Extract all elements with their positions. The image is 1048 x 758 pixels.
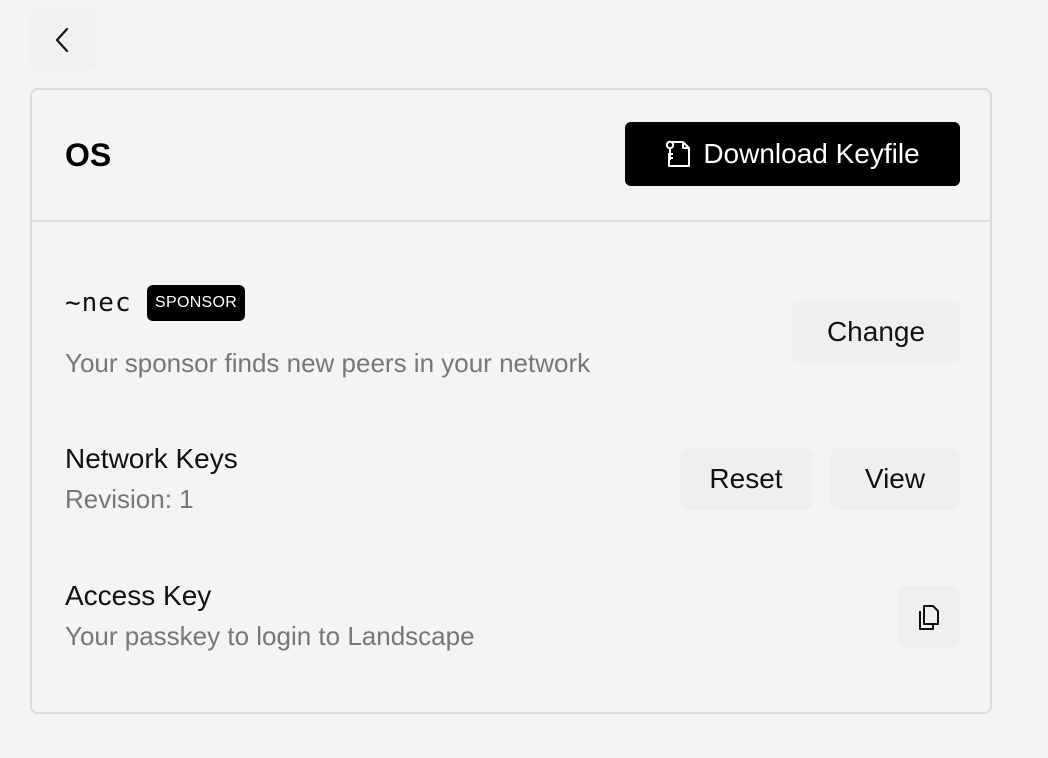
change-sponsor-label: Change	[826, 316, 926, 347]
download-keyfile-label: Download Keyfile	[703, 138, 920, 169]
change-sponsor-button[interactable]: Change	[792, 301, 960, 363]
network-keys-title: Network Keys	[65, 443, 238, 474]
network-keys-revision: Revision: 1	[65, 484, 194, 514]
view-label: View	[864, 463, 926, 494]
sponsor-badge: SPONSOR	[147, 285, 246, 321]
sponsor-description: Your sponsor finds new peers in your net…	[65, 348, 591, 378]
reset-label: Reset	[709, 463, 783, 494]
access-key-description: Your passkey to login to Landscape	[65, 621, 475, 651]
back-button[interactable]	[30, 9, 96, 71]
chevron-left-icon	[55, 27, 69, 53]
card-header: OS Download Keyfile	[32, 90, 990, 222]
download-keyfile-button[interactable]: Download Keyfile	[625, 122, 960, 186]
reset-network-keys-button[interactable]: Reset	[680, 448, 812, 510]
keyfile-icon	[666, 140, 691, 167]
os-settings-card: OS Download Keyfile ~nec SPONSOR Your sp…	[30, 88, 992, 714]
sponsor-ship-name: ~nec	[65, 288, 132, 318]
view-network-keys-button[interactable]: View	[830, 448, 960, 510]
access-key-title: Access Key	[65, 580, 212, 611]
copy-icon	[919, 605, 939, 630]
copy-access-key-button[interactable]	[898, 586, 960, 648]
card-title: OS	[65, 137, 112, 173]
